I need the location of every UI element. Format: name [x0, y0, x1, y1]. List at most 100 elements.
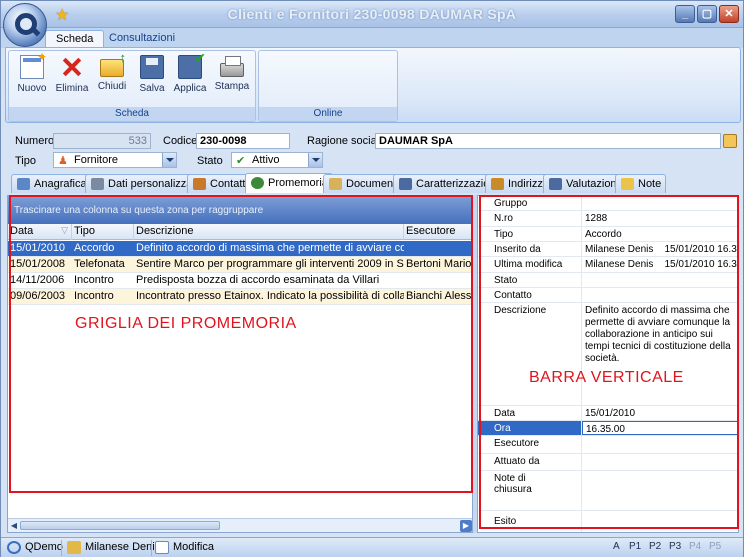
ribbon-group-label-online: Online	[259, 107, 397, 121]
scroll-right-icon[interactable]: ▶	[460, 520, 472, 532]
lock-icon[interactable]	[723, 134, 737, 148]
detail-value[interactable]	[582, 288, 738, 302]
delete-button-label: Elimina	[55, 83, 89, 94]
ragione-sociale-field[interactable]: DAUMAR SpA	[375, 133, 721, 149]
app-window: ★ Clienti e Fornitori 230-0098 DAUMAR Sp…	[0, 0, 744, 557]
detail-value[interactable]: Milanese Denis 15/01/2010 16.35.2	[582, 242, 738, 256]
detail-row-esecutore[interactable]: Esecutore	[478, 436, 738, 454]
status-indicator-p3: P3	[669, 541, 682, 552]
ragione-sociale-label: Ragione sociale	[307, 135, 386, 147]
printer-icon	[220, 56, 244, 77]
cell-tipo: Accordo	[74, 242, 115, 254]
save-button-label: Salva	[139, 83, 165, 94]
reminders-grid: Trascinare una colonna su questa zona pe…	[7, 195, 473, 533]
app-menu-orb[interactable]	[3, 3, 47, 47]
stato-label: Stato	[197, 155, 223, 167]
tab-note[interactable]: Note	[615, 174, 667, 193]
tab-valutazioni[interactable]: Valutazioni	[543, 174, 624, 193]
close-button[interactable]: Chiudi	[93, 50, 131, 92]
detail-label: Stato	[478, 273, 582, 287]
table-row[interactable]: 15/01/2008 Telefonata Sentire Marco per …	[8, 257, 472, 273]
tab-dati-personalizzati[interactable]: Dati personalizzati	[85, 174, 203, 193]
tab-documenti[interactable]: Documenti	[323, 174, 404, 193]
detail-value[interactable]	[582, 471, 738, 510]
tipo-select[interactable]: ♟ Fornitore	[53, 152, 177, 168]
detail-row-inserito-da[interactable]: Inserito da Milanese Denis 15/01/2010 16.…	[478, 242, 738, 257]
detail-row-attuato-da[interactable]: Attuato da	[478, 454, 738, 471]
tab-anagrafica[interactable]: Anagrafica	[11, 174, 92, 193]
tab-label: Note	[638, 178, 662, 190]
detail-row-esito[interactable]: Esito	[478, 511, 738, 532]
status-indicator-p2: P2	[649, 541, 662, 552]
detail-value[interactable]	[582, 196, 738, 210]
tipo-value: Fornitore	[74, 154, 119, 166]
detail-row-data[interactable]: Data 15/01/2010	[478, 406, 738, 421]
detail-row-stato[interactable]: Stato	[478, 273, 738, 288]
tab-label: Valutazioni	[566, 178, 619, 190]
detail-value[interactable]: Definito accordo di massima che permette…	[582, 303, 738, 405]
detail-row-descrizione[interactable]: Descrizione Definito accordo di massima c…	[478, 303, 738, 406]
cell-data: 15/01/2008	[10, 258, 66, 270]
ribbon-tab-scheda[interactable]: Scheda	[45, 30, 105, 48]
status-separator	[61, 540, 62, 556]
detail-value[interactable]	[582, 511, 738, 532]
detail-row-tipo[interactable]: Tipo Accordo	[478, 227, 738, 242]
table-row[interactable]: 14/11/2006 Incontro Predisposta bozza di…	[8, 273, 472, 289]
detail-row-note-di-chiusura[interactable]: Note di chiusura	[478, 471, 738, 511]
card-icon	[17, 178, 30, 190]
table-row[interactable]: 09/06/2003 Incontro Incontrato presso Et…	[8, 289, 472, 305]
close-window-button[interactable]: ✕	[719, 5, 739, 23]
detail-label: N.ro	[478, 211, 582, 226]
detail-row-nro[interactable]: N.ro 1288	[478, 211, 738, 227]
stato-value: Attivo	[252, 154, 280, 166]
people-icon	[193, 178, 206, 190]
minimize-button[interactable]: _	[675, 5, 695, 23]
group-by-area[interactable]: Trascinare una colonna su questa zona pe…	[8, 196, 472, 224]
new-button[interactable]: Nuovo	[13, 50, 51, 94]
scroll-thumb[interactable]	[20, 521, 220, 530]
detail-row-ora[interactable]: Ora 16.35.00	[478, 421, 738, 436]
detail-value[interactable]: 16.35.00	[582, 421, 738, 435]
detail-value[interactable]: Milanese Denis 15/01/2010 16.35.2	[582, 257, 738, 272]
detail-value[interactable]	[582, 436, 738, 453]
window-controls: _ ▢ ✕	[675, 5, 739, 23]
status-user-label: Milanese Denis	[85, 541, 161, 553]
column-header-data[interactable]: Data ▽	[8, 224, 72, 240]
detail-value[interactable]	[582, 454, 738, 470]
cell-descrizione: Definito accordo di massima che permette…	[136, 242, 404, 254]
print-button[interactable]: Stampa	[213, 55, 251, 92]
scroll-left-icon[interactable]: ◀	[8, 520, 20, 532]
tab-label: Contatti	[210, 178, 248, 190]
detail-value[interactable]: 15/01/2010	[582, 406, 738, 420]
tab-contatti[interactable]: Contatti	[187, 174, 253, 193]
column-header-tipo[interactable]: Tipo	[72, 224, 134, 240]
stato-select[interactable]: ✔ Attivo	[231, 152, 323, 168]
detail-row-gruppo[interactable]: Gruppo	[478, 196, 738, 211]
record-form: Numero 533 Codice 230-0098 Ragione socia…	[5, 126, 741, 172]
detail-value[interactable]: Accordo	[582, 227, 738, 241]
documents-icon	[329, 178, 342, 190]
detail-value[interactable]	[582, 273, 738, 287]
tipo-label: Tipo	[15, 155, 36, 167]
ribbon-group-scheda: Nuovo Elimina Chiudi Salva Applica Stamp…	[8, 50, 256, 122]
maximize-button[interactable]: ▢	[697, 5, 717, 23]
tab-indirizzi[interactable]: Indirizzi	[485, 174, 551, 193]
print-button-label: Stampa	[214, 81, 250, 92]
horizontal-scrollbar[interactable]: ◀ ▶	[8, 518, 472, 532]
delete-button[interactable]: Elimina	[53, 55, 91, 94]
column-header-esecutore[interactable]: Esecutore	[404, 224, 472, 240]
ribbon-tab-consultazioni[interactable]: Consultazioni	[99, 30, 185, 48]
apply-button[interactable]: Applica	[171, 50, 209, 94]
status-bar: QDemo Milanese Denis Modifica A P1 P2 P3…	[1, 537, 743, 557]
detail-value[interactable]: 1288	[582, 211, 738, 226]
detail-row-contatto[interactable]: Contatto	[478, 288, 738, 303]
ribbon: Nuovo Elimina Chiudi Salva Applica Stamp…	[5, 47, 741, 123]
column-header-descrizione[interactable]: Descrizione	[134, 224, 404, 240]
save-button[interactable]: Salva	[133, 55, 171, 94]
detail-row-ultima-modifica[interactable]: Ultima modifica Milanese Denis 15/01/2010…	[478, 257, 738, 273]
tab-promemoria[interactable]: Promemoria	[245, 173, 333, 193]
cell-data: 15/01/2010	[10, 242, 66, 254]
apply-icon	[178, 50, 206, 79]
table-row[interactable]: 15/01/2010 Accordo Definito accordo di m…	[8, 241, 472, 257]
codice-field[interactable]: 230-0098	[196, 133, 290, 149]
